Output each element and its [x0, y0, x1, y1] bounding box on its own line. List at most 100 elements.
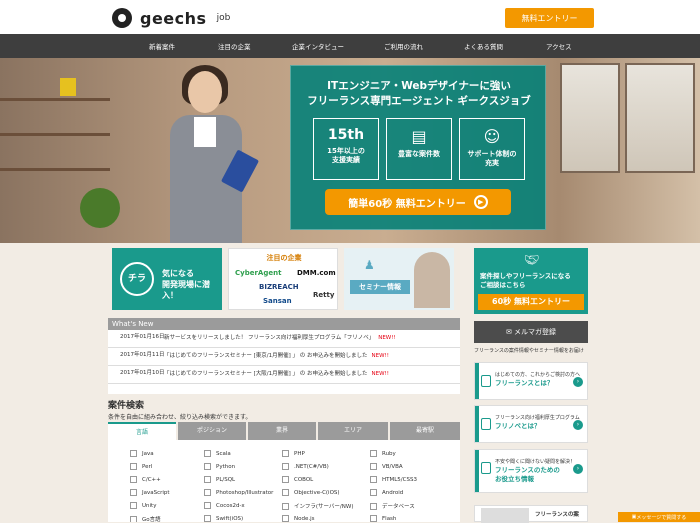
news-item[interactable]: 2017年01月11日 「はじめてのフリーランスセミナー [東京/1月開催] 」… — [108, 348, 460, 366]
checkbox[interactable] — [282, 502, 289, 510]
hero-shelf — [0, 168, 110, 171]
language-option[interactable]: Swift(iOS) — [204, 515, 243, 522]
side-entry-button[interactable]: 60秒 無料エントリー — [478, 294, 584, 310]
logo-bizreach: BIZREACH — [259, 283, 299, 291]
language-option[interactable]: Scala — [204, 450, 231, 457]
side-cta-text: 案件探しやフリーランスになる ご相談はこちら — [480, 272, 571, 289]
language-option[interactable]: Photoshop/Illustrator — [204, 489, 273, 496]
news-text[interactable]: 新サービスをリリースしました！ フリーランス向け福利厚生プログラム「フリノベ」 N… — [164, 333, 396, 341]
tab-position[interactable]: ポジション — [178, 422, 246, 440]
checkbox[interactable] — [130, 502, 137, 509]
new-badge: NEW!! — [371, 353, 389, 359]
banner-seminar[interactable]: ♟ セミナー情報 — [344, 248, 454, 310]
checkbox[interactable] — [370, 489, 377, 496]
language-option[interactable]: C/C++ — [130, 476, 161, 483]
language-option[interactable]: Ruby — [370, 450, 396, 457]
checkbox[interactable] — [204, 450, 211, 457]
checkbox[interactable] — [204, 463, 211, 470]
language-option[interactable]: VB/VBA — [370, 463, 403, 470]
language-option[interactable]: Unity — [130, 502, 156, 509]
option-label: COBOL — [294, 476, 314, 483]
checkbox[interactable] — [204, 502, 211, 509]
language-option[interactable]: Cocos2d-x — [204, 502, 245, 509]
checkbox[interactable] — [204, 476, 211, 483]
language-option[interactable]: データベース — [370, 502, 415, 510]
checkbox[interactable] — [370, 463, 377, 470]
header-entry-button[interactable]: 無料エントリー — [505, 8, 594, 28]
checkbox[interactable] — [370, 515, 377, 522]
checkbox[interactable] — [130, 489, 137, 496]
checkbox[interactable] — [130, 450, 137, 457]
language-option[interactable]: Flash — [370, 515, 396, 522]
language-option[interactable]: PL/SQL — [204, 476, 235, 483]
language-option[interactable]: Objective-C(iOS) — [282, 489, 340, 496]
news-text[interactable]: 「はじめてのフリーランスセミナー [東京/1月開催] 」 の お申込みを開始しま… — [164, 351, 389, 359]
side-consultation-cta[interactable]: 🤝︎ 案件探しやフリーランスになる ご相談はこちら 60秒 無料エントリー — [474, 248, 588, 314]
checkbox[interactable] — [370, 450, 377, 457]
language-option[interactable]: Java — [130, 450, 154, 457]
notebook-icon — [481, 418, 491, 430]
search-subtitle: 条件を自由に組み合わせ、絞り込み検索ができます。 — [108, 414, 252, 421]
checkbox[interactable] — [204, 489, 211, 496]
checkbox[interactable] — [204, 515, 211, 522]
checkbox[interactable] — [282, 450, 289, 457]
language-options: Java Scala PHP Ruby Perl Python .NET(C#/VB) VB/… — [108, 440, 460, 522]
side-link-furinobe[interactable]: フリーランス向け福利厚生プログラム フリノベとは？ › — [474, 405, 588, 443]
checkbox[interactable] — [282, 463, 289, 470]
person-face — [188, 71, 222, 113]
checkbox[interactable] — [282, 489, 289, 496]
freelance-article-card[interactable]: フリーランスの案 — [474, 505, 588, 523]
article-thumbnail — [481, 508, 529, 523]
nav-item-faq[interactable]: よくある質問 — [464, 41, 503, 51]
language-option[interactable]: Android — [370, 489, 403, 496]
hero-plant — [80, 188, 120, 228]
language-option[interactable]: PHP — [282, 450, 305, 457]
checkbox[interactable] — [130, 463, 137, 470]
nav-item-flow[interactable]: ご利用の流れ — [384, 41, 423, 51]
news-text[interactable]: 「はじめてのフリーランスセミナー [大阪/1月開催] 」 の お申込みを開始しま… — [164, 369, 389, 377]
hero-headline-1: ITエンジニア・Webデザイナーに強い — [327, 80, 511, 92]
news-item[interactable]: 2017年01月10日 「はじめてのフリーランスセミナー [大阪/1月開催] 」… — [108, 366, 460, 384]
side-link-useful-info[interactable]: 不安や聞くに聞けない疑問を解決！ フリーランスのための お役立ち情報 › — [474, 449, 588, 493]
language-option[interactable]: JavaScript — [130, 489, 170, 496]
side-link-text: はじめての方、これからご検討の方へ フリーランスとは？ — [495, 372, 581, 387]
banner-featured-companies[interactable]: 注目の企業 CyberAgent DMM.com BIZREACH Retty … — [228, 248, 338, 310]
checkbox[interactable] — [282, 476, 289, 483]
nav-item-featured-companies[interactable]: 注目の企業 — [218, 41, 251, 51]
newsletter-button[interactable]: ✉ メルマガ登録 — [474, 321, 588, 343]
nav-item-new-jobs[interactable]: 新着案件 — [149, 41, 175, 51]
language-option[interactable]: .NET(C#/VB) — [282, 463, 329, 470]
language-option[interactable]: インフラ(サーバー/NW) — [282, 502, 353, 510]
side-link-what-is-freelance[interactable]: はじめての方、これからご検討の方へ フリーランスとは？ › — [474, 362, 588, 400]
language-option[interactable]: Python — [204, 463, 235, 470]
nav-item-interviews[interactable]: 企業インタビュー — [292, 41, 344, 51]
hero-entry-button[interactable]: 簡単60秒 無料エントリー ▶ — [325, 189, 511, 215]
person-shirt — [194, 117, 216, 147]
language-option[interactable]: HTML5/CSS3 — [370, 476, 417, 483]
feature-text: サポート体制の 充実 — [467, 150, 517, 167]
language-option[interactable]: Go言語 — [130, 515, 161, 522]
search-title: 案件検索 — [108, 401, 145, 411]
checkbox[interactable] — [282, 515, 289, 522]
checkbox[interactable] — [370, 502, 377, 510]
tab-station[interactable]: 最寄駅 — [390, 422, 460, 440]
language-option[interactable]: Node.js — [282, 515, 315, 522]
option-label: データベース — [382, 504, 415, 510]
checkbox[interactable] — [130, 515, 137, 522]
nav-item-access[interactable]: アクセス — [546, 41, 572, 51]
tab-industry[interactable]: 業界 — [248, 422, 316, 440]
language-option[interactable]: COBOL — [282, 476, 313, 483]
site-logo[interactable]: geechs job — [112, 8, 230, 28]
message-widget[interactable]: ▣ メッセージで質問する — [618, 512, 700, 522]
main-nav: 新着案件 注目の企業 企業インタビュー ご利用の流れ よくある質問 アクセス — [0, 34, 700, 58]
arrow-right-icon: ▶ — [473, 195, 488, 209]
tab-area[interactable]: エリア — [318, 422, 388, 440]
banner-office-visit[interactable]: チラ 気になる 開発現場に潜入！ — [112, 248, 222, 310]
tab-language[interactable]: 言語 — [108, 422, 176, 440]
language-option[interactable]: Perl — [130, 463, 152, 470]
feature-support: ☺ サポート体制の 充実 — [459, 118, 525, 180]
news-date: 2017年01月11日 — [120, 352, 165, 358]
checkbox[interactable] — [130, 476, 137, 483]
news-item[interactable]: 2017年01月16日 新サービスをリリースしました！ フリーランス向け福利厚生… — [108, 330, 460, 348]
checkbox[interactable] — [370, 476, 377, 483]
